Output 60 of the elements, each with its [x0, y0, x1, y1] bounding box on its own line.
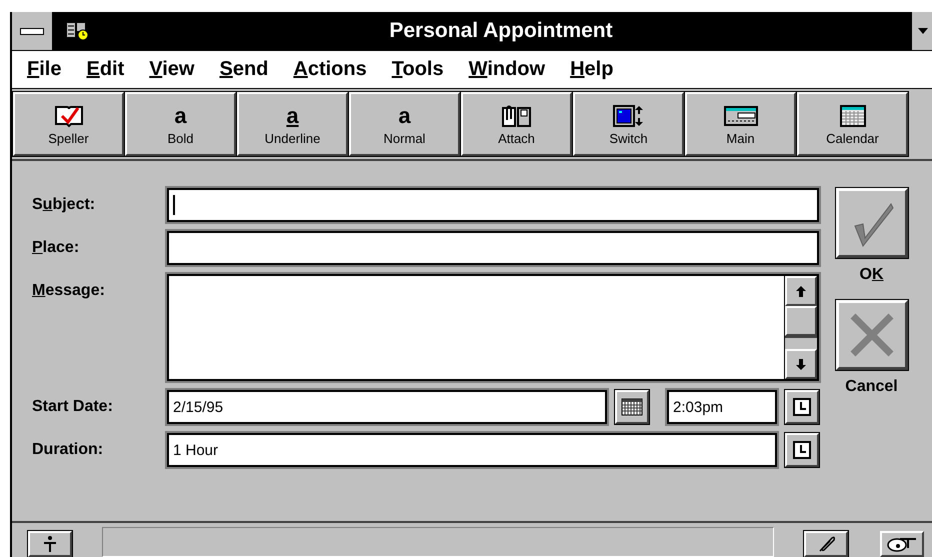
menu-item[interactable]: View — [141, 58, 202, 81]
sound-button[interactable] — [880, 531, 924, 557]
message-label: Message: — [32, 281, 106, 300]
window-switch-icon — [612, 104, 644, 128]
cancel-label: Cancel — [845, 378, 898, 396]
menu-item[interactable]: Tools — [384, 58, 452, 81]
duration-field[interactable]: 1 Hour — [167, 433, 777, 467]
ok-button[interactable] — [836, 188, 908, 258]
underline-glyph: a — [286, 104, 299, 126]
menu-item[interactable]: Send — [211, 58, 276, 81]
place-label: Place: — [32, 239, 80, 257]
calendar-icon — [621, 398, 643, 416]
paperclip-disk-icon — [502, 104, 532, 128]
toolbar-button[interactable]: Calendar — [797, 92, 908, 156]
clock-icon — [793, 398, 811, 416]
calendar-icon — [838, 104, 868, 128]
start-date-label: Start Date: — [32, 398, 114, 416]
subject-field[interactable] — [167, 188, 819, 222]
toolbar-button[interactable]: a Underline — [237, 92, 348, 156]
toolbar-button[interactable]: Switch — [573, 92, 684, 156]
toolbar-button[interactable]: Main — [685, 92, 796, 156]
toolbar-button[interactable]: Speller — [13, 92, 124, 156]
system-menu-button[interactable] — [12, 12, 52, 50]
scroll-thumb[interactable] — [785, 306, 817, 336]
duration-button[interactable] — [785, 433, 819, 467]
scroll-up-button[interactable] — [785, 276, 817, 306]
place-field[interactable] — [167, 231, 819, 265]
window-menu-button[interactable] — [912, 12, 932, 50]
clock-icon — [793, 441, 811, 459]
menu-item[interactable]: Actions — [285, 58, 375, 81]
book-check-icon — [54, 104, 84, 128]
subject-label: Subject: — [32, 196, 96, 214]
scrollbar[interactable] — [784, 276, 817, 379]
person-icon — [43, 536, 57, 552]
message-field[interactable] — [167, 274, 819, 381]
ok-label: OK — [859, 266, 884, 284]
attachment-button[interactable] — [804, 531, 848, 557]
menu-item[interactable]: File — [19, 58, 70, 81]
scroll-down-button[interactable] — [785, 349, 817, 379]
duration-label: Duration: — [32, 441, 104, 459]
time-field[interactable]: 2:03pm — [667, 390, 777, 424]
toolbar-button[interactable]: Attach — [461, 92, 572, 156]
appointment-app-icon — [66, 21, 90, 41]
cancel-button[interactable] — [836, 300, 908, 370]
down-arrow-icon — [917, 27, 929, 35]
window-title: Personal Appointment — [388, 19, 614, 43]
menu-item[interactable]: Edit — [78, 58, 132, 81]
time-button[interactable] — [785, 390, 819, 424]
normal-glyph: a — [398, 104, 411, 126]
menu-item[interactable]: Help — [562, 58, 622, 81]
info-button[interactable] — [28, 531, 72, 557]
panel-icon — [724, 104, 758, 126]
date-field[interactable]: 2/15/95 — [167, 390, 607, 424]
down-arrow-icon — [796, 358, 806, 370]
toolbar-button[interactable]: a Bold — [125, 92, 236, 156]
menu-item[interactable]: Window — [460, 58, 554, 81]
toolbar-button[interactable]: a Normal — [349, 92, 460, 156]
calendar-button[interactable] — [615, 390, 649, 424]
bold-glyph: a — [174, 104, 187, 126]
up-arrow-icon — [796, 286, 806, 296]
